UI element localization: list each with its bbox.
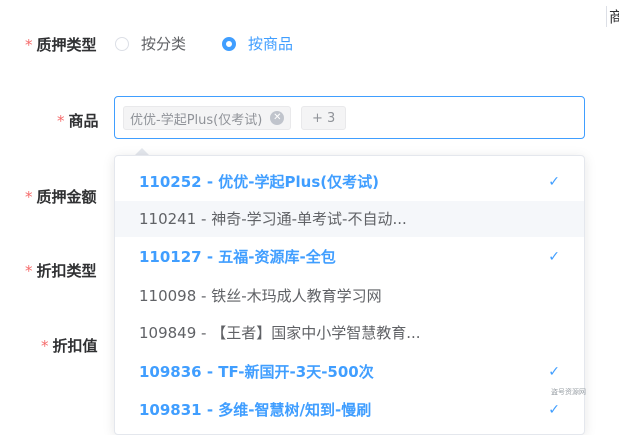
radio-by-category[interactable]: 按分类 bbox=[115, 33, 186, 54]
tag-label: 优优-学起Plus(仅考试) bbox=[130, 112, 263, 128]
radio-label: 按商品 bbox=[248, 35, 294, 53]
pledge-amount-label: * 质押金额 bbox=[25, 186, 97, 207]
required-mark: * bbox=[25, 262, 33, 280]
option-label: 110252 - 优优-学起Plus(仅考试) bbox=[139, 173, 379, 191]
product-label: * 商品 bbox=[57, 110, 99, 131]
required-mark: * bbox=[41, 337, 49, 355]
discount-value-label-text: 折扣值 bbox=[52, 337, 98, 355]
option-label: 109836 - TF-新国开-3天-500次 bbox=[139, 363, 374, 381]
option-label: 109849 - 【王者】国家中小学智慧教育... bbox=[139, 324, 421, 342]
option-label: 110098 - 铁丝-木玛成人教育学习网 bbox=[139, 287, 382, 305]
discount-type-label-text: 折扣类型 bbox=[36, 262, 97, 280]
product-dropdown: 110252 - 优优-学起Plus(仅考试) ✓ 110241 - 神奇-学习… bbox=[114, 155, 585, 435]
more-tags-count: + 3 bbox=[301, 106, 347, 130]
check-icon: ✓ bbox=[548, 402, 560, 418]
dropdown-option[interactable]: 109836 - TF-新国开-3天-500次 ✓ bbox=[115, 354, 584, 390]
check-icon: ✓ bbox=[548, 364, 560, 380]
product-select[interactable]: 优优-学起Plus(仅考试) ✕ + 3 bbox=[114, 96, 585, 139]
dropdown-option[interactable]: 109849 - 【王者】国家中小学智慧教育... bbox=[115, 315, 584, 351]
edge-header-text: 商 bbox=[606, 6, 619, 27]
pledge-type-label: * 质押类型 bbox=[25, 34, 97, 55]
check-icon: ✓ bbox=[548, 249, 560, 265]
radio-label: 按分类 bbox=[141, 35, 187, 53]
option-label: 110241 - 神奇-学习通-单考试-不自动... bbox=[139, 210, 407, 228]
option-label: 110127 - 五福-资源库-全包 bbox=[139, 248, 336, 266]
product-label-text: 商品 bbox=[68, 112, 99, 130]
dropdown-option[interactable]: 110127 - 五福-资源库-全包 ✓ bbox=[115, 239, 584, 275]
dropdown-arrow bbox=[135, 148, 149, 155]
selected-tag: 优优-学起Plus(仅考试) ✕ bbox=[123, 106, 292, 130]
radio-circle-icon bbox=[115, 36, 129, 51]
discount-value-label: * 折扣值 bbox=[41, 335, 98, 356]
dropdown-option[interactable]: 109831 - 多维-智慧树/知到-慢刷 ✓ bbox=[115, 392, 584, 428]
discount-type-label: * 折扣类型 bbox=[25, 260, 97, 281]
required-mark: * bbox=[57, 112, 65, 130]
required-mark: * bbox=[25, 36, 33, 54]
dropdown-option[interactable]: 110098 - 铁丝-木玛成人教育学习网 bbox=[115, 278, 584, 314]
dropdown-option[interactable]: 110252 - 优优-学起Plus(仅考试) ✓ bbox=[115, 164, 584, 200]
pledge-amount-label-text: 质押金额 bbox=[36, 188, 97, 206]
more-tags-label: + 3 bbox=[312, 110, 336, 126]
option-label: 109831 - 多维-智慧树/知到-慢刷 bbox=[139, 401, 372, 419]
check-icon: ✓ bbox=[548, 174, 560, 190]
watermark: 盗号资源网 bbox=[551, 388, 586, 396]
radio-checked-icon bbox=[222, 36, 236, 51]
required-mark: * bbox=[25, 188, 33, 206]
radio-by-product[interactable]: 按商品 bbox=[222, 33, 293, 54]
pledge-type-label-text: 质押类型 bbox=[36, 36, 97, 54]
dropdown-option[interactable]: 110241 - 神奇-学习通-单考试-不自动... bbox=[115, 201, 584, 237]
tag-close-icon[interactable]: ✕ bbox=[270, 111, 285, 125]
